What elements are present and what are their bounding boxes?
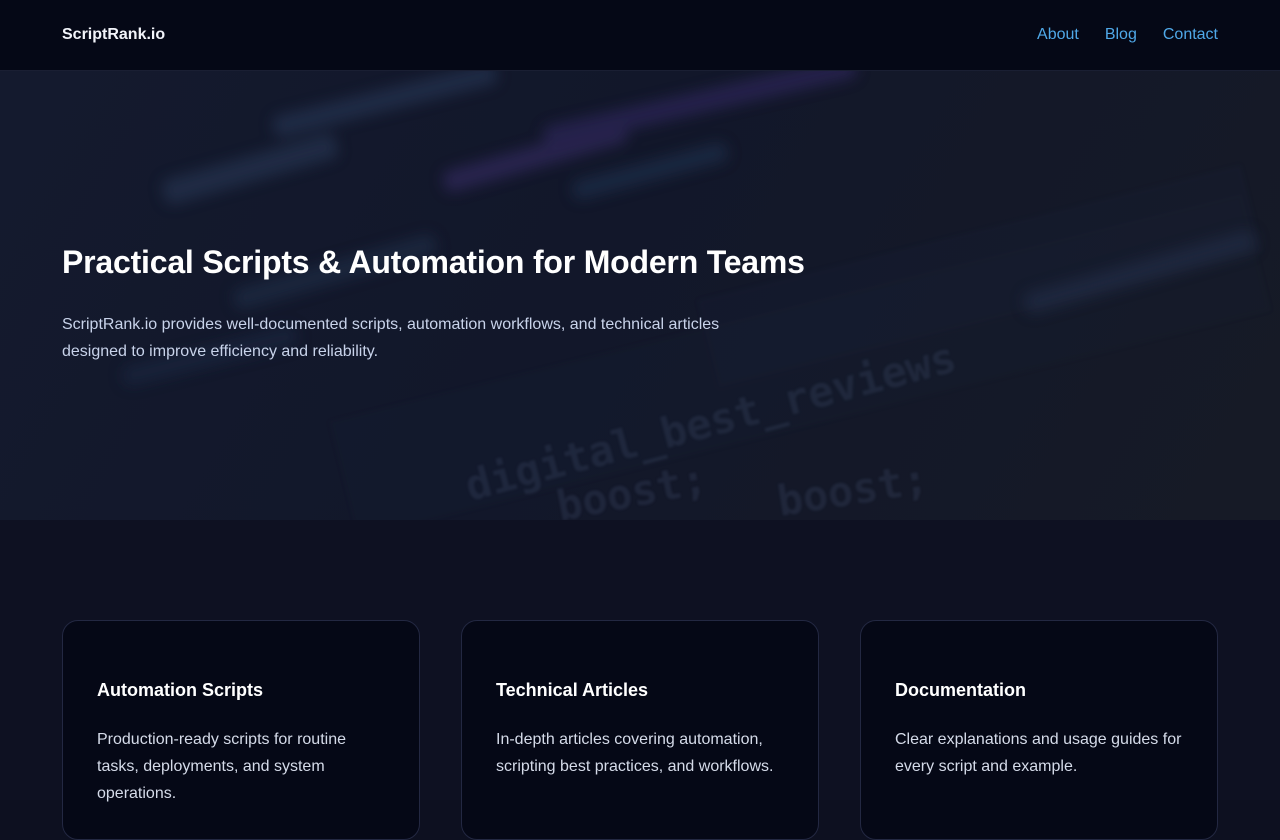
hero-description: ScriptRank.io provides well-documented s… bbox=[62, 316, 720, 360]
feature-card-automation-scripts: Automation Scripts Production-ready scri… bbox=[62, 620, 420, 840]
top-navbar: ScriptRank.io About Blog Contact bbox=[0, 0, 1280, 71]
nav-link-blog[interactable]: Blog bbox=[1105, 26, 1137, 44]
feature-card-text: In-depth articles covering automation, s… bbox=[496, 731, 774, 775]
feature-card-title: Documentation bbox=[895, 680, 1027, 700]
feature-card-technical-articles: Technical Articles In-depth articles cov… bbox=[461, 620, 819, 840]
nav-link-contact[interactable]: Contact bbox=[1163, 26, 1218, 44]
hero-content: Practical Scripts & Automation for Moder… bbox=[62, 243, 822, 365]
feature-card-text: Production-ready scripts for routine tas… bbox=[97, 731, 346, 802]
nav-link-about[interactable]: About bbox=[1037, 26, 1079, 44]
feature-card-title: Automation Scripts bbox=[97, 680, 264, 700]
features-section: Automation Scripts Production-ready scri… bbox=[0, 520, 1280, 840]
bg-code-line-3: boost; bbox=[774, 454, 932, 520]
hero-section: digital_best_reviews boost; boost; Pract… bbox=[0, 71, 1280, 520]
feature-card-text: Clear explanations and usage guides for … bbox=[895, 731, 1182, 775]
brand-logo[interactable]: ScriptRank.io bbox=[62, 26, 165, 44]
feature-card-documentation: Documentation Clear explanations and usa… bbox=[860, 620, 1218, 840]
feature-card-title: Technical Articles bbox=[496, 680, 649, 700]
nav-links: About Blog Contact bbox=[1037, 26, 1218, 44]
hero-title: Practical Scripts & Automation for Moder… bbox=[62, 244, 805, 280]
